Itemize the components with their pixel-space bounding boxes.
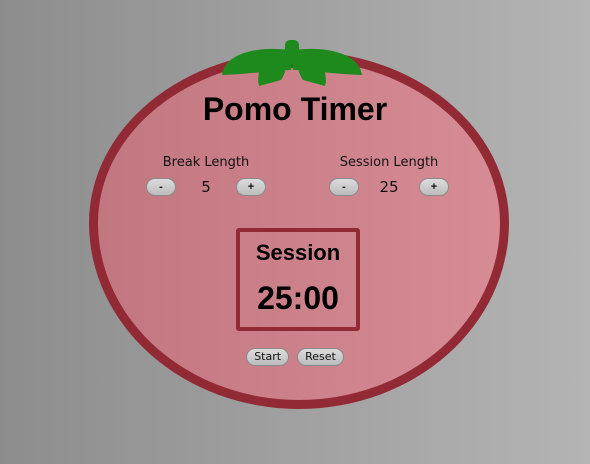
session-length-control: Session Length - 25 + <box>309 154 469 197</box>
page-title: Pomo Timer <box>202 91 388 127</box>
tomato-stem-icon <box>222 40 362 86</box>
session-length-label: Session Length <box>339 155 439 170</box>
break-decrement-button[interactable]: - <box>146 178 176 196</box>
session-decrement-button[interactable]: - <box>329 178 359 196</box>
timer-label: Session <box>255 240 341 265</box>
session-length-value: 25 <box>379 178 399 196</box>
start-button[interactable]: Start <box>246 348 290 366</box>
timer-actions: Start Reset <box>0 348 590 366</box>
break-length-value: 5 <box>201 178 211 196</box>
reset-button[interactable]: Reset <box>297 348 344 366</box>
session-length-row: - 25 + <box>309 177 469 197</box>
session-increment-button[interactable]: + <box>419 178 449 196</box>
break-length-row: - 5 + <box>126 177 286 197</box>
break-length-label: Break Length <box>162 155 250 170</box>
break-length-control: Break Length - 5 + <box>126 154 286 197</box>
timer-display: Session 25:00 <box>236 228 360 331</box>
break-increment-button[interactable]: + <box>236 178 266 196</box>
timer-time: 25:00 <box>257 280 339 316</box>
